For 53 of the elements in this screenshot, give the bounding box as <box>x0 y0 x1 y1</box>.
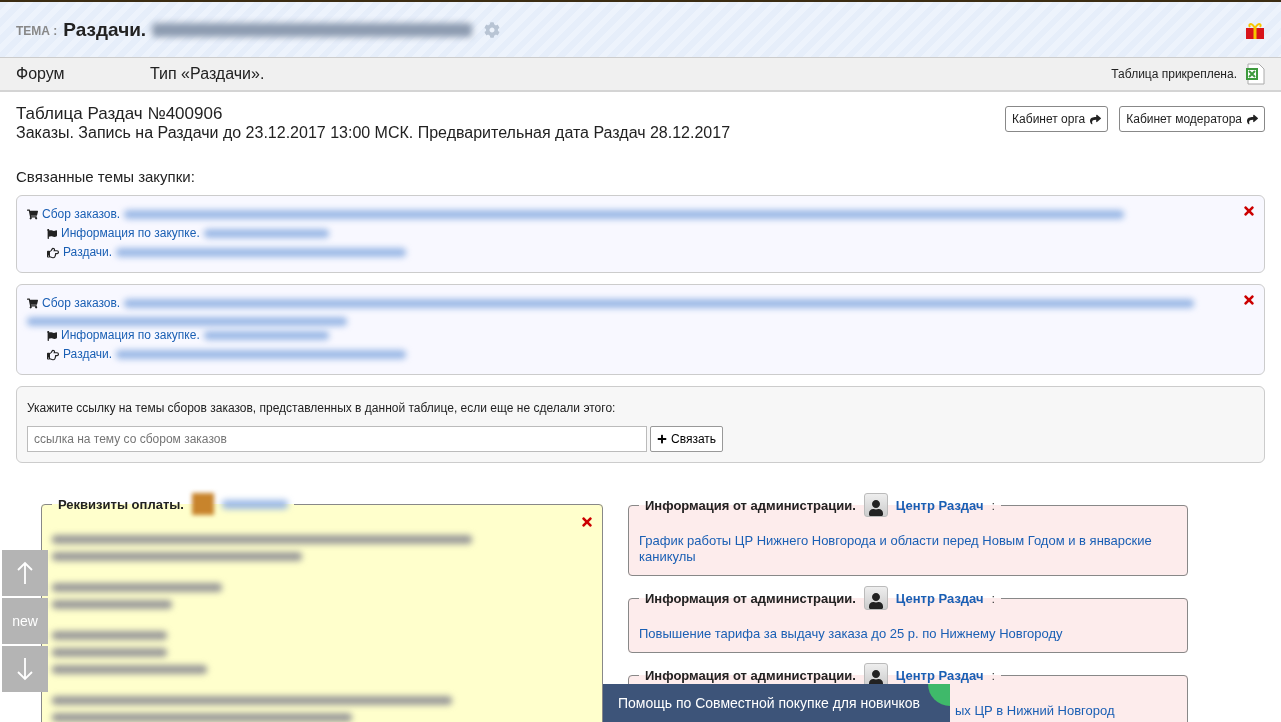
nav-link[interactable]: Форум <box>16 65 150 83</box>
attachment-label: Таблица прикреплена. <box>1111 67 1237 81</box>
user-avatar <box>191 493 214 515</box>
down-arrow-icon <box>17 657 33 681</box>
table-title: Таблица Раздач №400906 <box>16 104 224 124</box>
topic-title: Раздачи. <box>63 18 147 41</box>
table-subtitle: Заказы. Запись на Раздачи до 23.12.2017 13:00 МСК. Предварительная дата Раздач 28.12.2017 <box>16 124 731 142</box>
help-toast[interactable]: Помощь по Совместной покупке для новичков <box>603 684 950 722</box>
spreadsheet-icon[interactable] <box>1245 63 1265 85</box>
user-avatar-icon <box>863 586 888 610</box>
close-icon[interactable] <box>1242 204 1256 218</box>
notice-author[interactable]: Центр Раздач <box>895 497 984 513</box>
notice-link[interactable]: График работы ЦР Нижнего Новгорода и области перед Новым Годом и в январские каникулы <box>639 533 1177 565</box>
user-avatar-icon <box>863 493 888 517</box>
plus-icon <box>657 434 667 444</box>
notice-colon: : <box>991 590 996 606</box>
topic-link[interactable]: Сбор заказов. <box>42 205 121 224</box>
flag-icon <box>47 330 57 341</box>
notice-colon: : <box>991 497 996 513</box>
blurred-text <box>221 499 288 509</box>
pointing-hand-icon <box>47 246 59 259</box>
pointing-hand-icon <box>47 348 59 361</box>
user-avatar-icon <box>863 663 888 687</box>
related-topics-heading: Связанные темы закупки: <box>16 168 196 185</box>
close-icon[interactable] <box>580 515 594 529</box>
notice-colon: : <box>991 667 996 683</box>
nav-link[interactable]: Тип «Раздачи». <box>150 65 265 83</box>
link-form-prompt: Укажите ссылку на темы сборов заказов, представленных в данной таблице, если еще не сделали этого: <box>27 400 617 417</box>
topic-link-field[interactable]: ссылка на тему со сбором заказов <box>27 426 647 452</box>
notice-author[interactable]: Центр Раздач <box>895 590 984 606</box>
up-arrow-icon <box>17 561 33 585</box>
notice-title: Информация от администрации. <box>645 590 856 606</box>
share-arrow-icon <box>1090 113 1102 125</box>
notice-title: Информация от администрации. <box>645 497 856 513</box>
link-button[interactable]: Связать <box>650 426 724 452</box>
notice-title: Информация от администрации. <box>645 667 856 683</box>
share-arrow-icon <box>1247 113 1258 125</box>
notice-author[interactable]: Центр Раздач <box>895 667 984 683</box>
payment-title: Реквизиты оплаты. <box>58 496 184 512</box>
topic-link[interactable]: Раздачи. <box>63 345 113 364</box>
topic-link[interactable]: Информация по закупке. <box>61 326 200 345</box>
cart-icon <box>27 298 38 309</box>
close-icon[interactable] <box>1242 293 1256 307</box>
notice-link[interactable]: Повышение тарифа за выдачу заказа до 25 р. по Нижнему Новгороду <box>639 626 1063 642</box>
cabinet-button[interactable]: Кабинет модератора <box>1119 106 1265 132</box>
cart-icon <box>27 209 38 220</box>
flag-icon <box>47 228 57 239</box>
topic-link[interactable]: Информация по закупке. <box>61 224 200 243</box>
topic-link[interactable]: Раздачи. <box>63 243 113 262</box>
notice-link[interactable]: ых ЦР в Нижний Новгород <box>955 703 1115 719</box>
topic-link[interactable]: Сбор заказов. <box>42 294 121 313</box>
topic-prefix: ТЕМА : <box>16 24 58 38</box>
cabinet-button[interactable]: Кабинет орга <box>1005 106 1109 132</box>
